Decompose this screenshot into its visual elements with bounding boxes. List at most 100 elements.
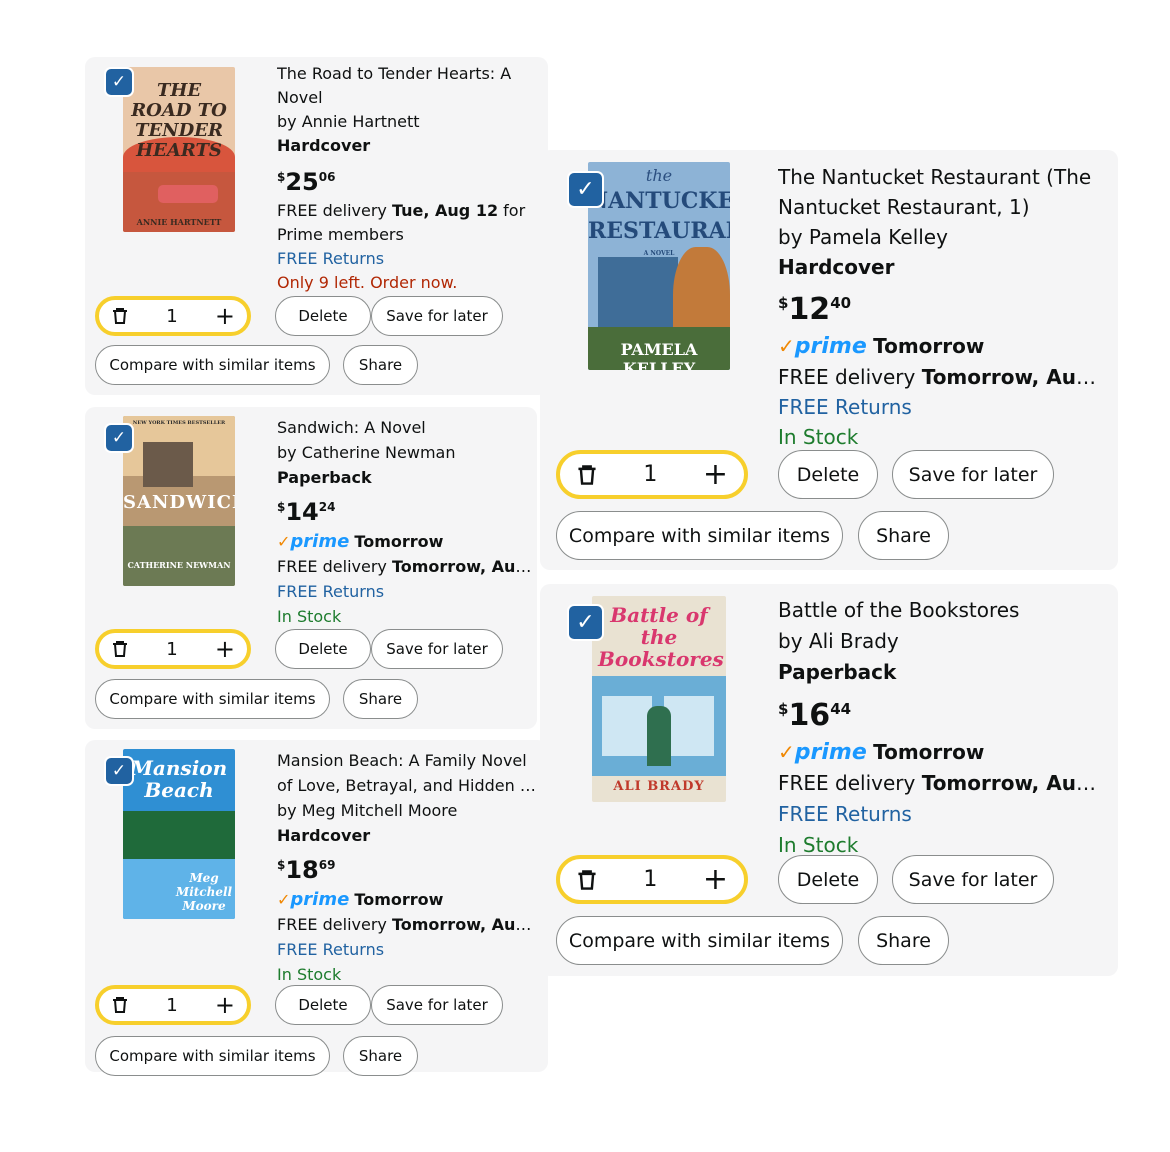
save-for-later-button[interactable]: Save for later [892,855,1054,904]
delete-button[interactable]: Delete [778,855,878,904]
cover-author: ALI BRADY [613,779,705,794]
select-checkbox[interactable]: ✓ [106,425,132,451]
item-title-cont[interactable]: Novel [277,86,542,110]
save-for-later-button[interactable]: Save for later [371,629,503,669]
share-button[interactable]: Share [858,916,949,965]
item-author: by Annie Hartnett [277,112,420,131]
cover-author: ANNIE HARTNETT [136,217,222,227]
delete-button[interactable]: Delete [275,629,371,669]
item-title[interactable]: Sandwich: A Novel [277,415,535,440]
prime-badge: ✓prime Tomorrow [778,334,985,359]
share-button[interactable]: Share [343,345,418,385]
item-price: $2506 [277,168,336,196]
plus-icon[interactable]: + [703,862,728,897]
trash-icon[interactable] [576,869,598,891]
cover-small-text: the [645,166,673,185]
trash-icon[interactable] [111,996,129,1014]
cart-item-sandwich: NEW YORK TIMES BESTSELLER SANDWICH CATHE… [85,407,537,729]
item-title[interactable]: The Nantucket Restaurant (The [778,162,1108,192]
book-cover-image[interactable]: NEW YORK TIMES BESTSELLER SANDWICH CATHE… [123,416,235,586]
item-format: Hardcover [277,136,371,155]
quantity-stepper[interactable]: 1 + [556,855,748,904]
cover-subtitle: A NOVEL [643,250,675,257]
item-title[interactable]: Battle of the Bookstores [778,595,1108,626]
item-format: Hardcover [778,255,895,279]
trash-icon[interactable] [111,307,129,325]
compare-button[interactable]: Compare with similar items [95,1036,330,1076]
prime-check-icon: ✓ [277,890,291,909]
item-author: by Pamela Kelley [778,225,948,249]
quantity-value: 1 [166,305,178,327]
item-price: $1869 [277,856,336,884]
save-for-later-button[interactable]: Save for later [371,985,503,1025]
plus-icon[interactable]: + [703,457,728,492]
cart-item-mansion-beach: Mansion Beach Meg Mitchell Moore ✓ Mansi… [85,740,548,1076]
prime-check-icon: ✓ [778,740,795,764]
item-author: by Ali Brady [778,629,899,653]
select-checkbox[interactable]: ✓ [106,69,132,95]
compare-button[interactable]: Compare with similar items [556,511,843,560]
book-cover-image[interactable]: the NANTUCKET RESTAURANT A NOVEL PAMELA … [588,162,730,370]
quantity-stepper[interactable]: 1 + [95,985,251,1025]
delivery-info: FREE delivery Tomorrow, Aug 8 [778,771,1108,795]
cover-title: NANTUCKET RESTAURANT [588,188,730,244]
free-returns-link[interactable]: FREE Returns [778,799,1108,830]
delivery-info: FREE delivery Tue, Aug 12 for [277,201,526,220]
quantity-stepper[interactable]: 1 + [556,450,748,499]
free-returns-link[interactable]: FREE Returns [277,937,539,962]
prime-badge: ✓prime Tomorrow [778,740,985,765]
cover-author: PAMELA KELLEY [620,340,698,370]
plus-icon[interactable]: + [215,635,235,663]
compare-button[interactable]: Compare with similar items [95,345,330,385]
quantity-stepper[interactable]: 1 + [95,296,251,336]
item-title[interactable]: The Road to Tender Hearts: A [277,62,542,86]
prime-badge: ✓prime Tomorrow [277,531,444,552]
item-format: Paperback [778,660,897,684]
item-format: Hardcover [277,826,371,845]
free-returns-link[interactable]: FREE Returns [277,579,535,604]
cart-item-road-to-tender-hearts: THE ROAD TO TENDER HEARTS ANNIE HARTNETT… [85,57,548,395]
cover-author: Meg Mitchell Moore [175,871,233,913]
trash-icon[interactable] [576,464,598,486]
save-for-later-button[interactable]: Save for later [892,450,1054,499]
item-price: $1240 [778,292,852,327]
cover-title: SANDWICH [123,492,235,513]
delivery-info: FREE delivery Tomorrow, Aug 8 [277,557,535,576]
delete-button[interactable]: Delete [275,296,371,336]
delete-button[interactable]: Delete [275,985,371,1025]
compare-button[interactable]: Compare with similar items [556,916,843,965]
item-title-cont[interactable]: Nantucket Restaurant, 1) [778,192,1108,222]
share-button[interactable]: Share [343,679,418,719]
prime-check-icon: ✓ [277,532,291,551]
plus-icon[interactable]: + [215,302,235,330]
item-format: Paperback [277,468,372,487]
book-cover-image[interactable]: Battle of the Bookstores ALI BRADY [592,596,726,802]
free-returns-link[interactable]: FREE Returns [277,247,542,271]
delete-button[interactable]: Delete [778,450,878,499]
cover-author: CATHERINE NEWMAN [127,560,231,570]
quantity-stepper[interactable]: 1 + [95,629,251,669]
save-for-later-button[interactable]: Save for later [371,296,503,336]
item-title-cont[interactable]: of Love, Betrayal, and Hidden S... [277,773,539,798]
share-button[interactable]: Share [858,511,949,560]
stock-status: Only 9 left. Order now. [277,273,458,292]
cart-item-nantucket-restaurant: the NANTUCKET RESTAURANT A NOVEL PAMELA … [540,150,1118,570]
book-cover-image[interactable]: Mansion Beach Meg Mitchell Moore [123,749,235,919]
free-returns-link[interactable]: FREE Returns [778,392,1108,422]
cart-item-battle-of-the-bookstores: Battle of the Bookstores ALI BRADY ✓ Bat… [540,584,1118,976]
select-checkbox[interactable]: ✓ [569,606,602,639]
compare-button[interactable]: Compare with similar items [95,679,330,719]
prime-check-icon: ✓ [778,334,795,358]
quantity-value: 1 [166,994,178,1016]
trash-icon[interactable] [111,640,129,658]
select-checkbox[interactable]: ✓ [569,173,602,206]
cover-title: Battle of the Bookstores [598,603,724,671]
select-checkbox[interactable]: ✓ [106,758,132,784]
item-title[interactable]: Mansion Beach: A Family Novel [277,748,539,773]
cover-title: THE ROAD TO TENDER HEARTS [131,80,227,161]
item-price: $1644 [778,698,852,733]
delivery-info: FREE delivery Tomorrow, Aug 8 [778,365,1108,389]
plus-icon[interactable]: + [215,991,235,1019]
book-cover-image[interactable]: THE ROAD TO TENDER HEARTS ANNIE HARTNETT [123,67,235,232]
share-button[interactable]: Share [343,1036,418,1076]
